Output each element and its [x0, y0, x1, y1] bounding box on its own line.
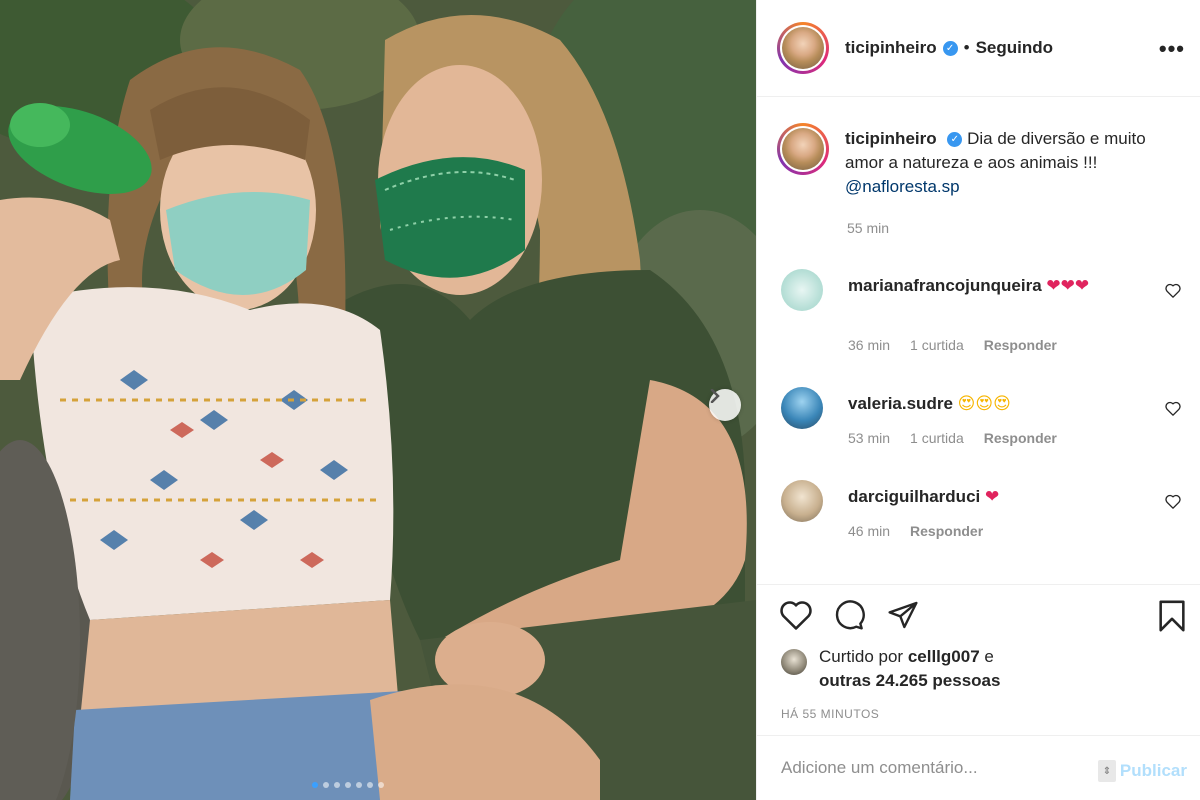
comment-body: valeria.sudre 😍😍😍 — [848, 392, 1138, 416]
carousel-indicator — [312, 782, 384, 788]
comment-time: 46 min — [848, 523, 891, 539]
comment-likes[interactable]: 1 curtida — [910, 430, 964, 446]
chevron-right-icon — [710, 389, 720, 403]
liker-avatar[interactable] — [781, 649, 807, 675]
commenter-avatar[interactable] — [781, 480, 823, 522]
like-comment-heart-icon[interactable] — [1165, 401, 1181, 416]
author-username[interactable]: ticipinheiro — [845, 38, 937, 58]
reply-button[interactable]: Responder — [910, 523, 983, 539]
comment-body: darciguilharduci ❤ — [848, 485, 1138, 509]
carousel-dot — [378, 782, 384, 788]
carousel-dot — [367, 782, 373, 788]
ellipsis-icon[interactable]: ••• — [1159, 36, 1185, 62]
comment-time: 36 min — [848, 337, 891, 353]
like-comment-heart-icon[interactable] — [1165, 494, 1181, 509]
carousel-next-button[interactable] — [709, 389, 741, 421]
post-header: ticipinheiro ✓ • Seguindo ••• — [757, 0, 1200, 97]
reply-button[interactable]: Responder — [984, 337, 1057, 353]
carousel-dot — [312, 782, 318, 788]
reply-button[interactable]: Responder — [984, 430, 1057, 446]
comments-list[interactable]: ticipinheiro ✓ Dia de diversão e muito a… — [757, 97, 1200, 584]
comment-text: ❤❤❤ — [1046, 276, 1090, 296]
resize-handle-icon: ⇕ — [1097, 760, 1116, 782]
carousel-dot — [334, 782, 340, 788]
comment-meta: 53 min 1 curtida Responder — [848, 430, 1057, 446]
liked-by-text: Curtido por celllg007 e outras 24.265 pe… — [819, 645, 1039, 693]
caption-author-avatar[interactable] — [777, 123, 829, 175]
post-actions: Curtido por celllg007 e outras 24.265 pe… — [757, 584, 1200, 734]
carousel-dot — [323, 782, 329, 788]
caption-text: ticipinheiro ✓ Dia de diversão e muito a… — [845, 127, 1165, 199]
comment-input[interactable] — [781, 758, 1081, 778]
add-comment-bar: ⇕ Publicar — [757, 735, 1200, 800]
comment-text: ❤ — [984, 487, 1000, 507]
caption-mention-link[interactable]: @nafloresta.sp — [845, 177, 960, 196]
verified-badge-icon: ✓ — [947, 132, 963, 148]
carousel-dot — [345, 782, 351, 788]
photo-illustration — [0, 0, 756, 800]
liked-by-joiner: e — [979, 647, 994, 666]
caption-username[interactable]: ticipinheiro — [845, 129, 937, 148]
share-icon[interactable] — [887, 599, 919, 631]
bookmark-icon[interactable] — [1157, 599, 1187, 633]
comment-icon[interactable] — [833, 599, 865, 631]
comment-time: 53 min — [848, 430, 891, 446]
post-caption: ticipinheiro ✓ Dia de diversão e muito a… — [777, 123, 1187, 199]
comment-likes[interactable]: 1 curtida — [910, 337, 964, 353]
following-button[interactable]: Seguindo — [976, 38, 1053, 58]
comment-meta: 46 min Responder — [848, 523, 983, 539]
author-avatar[interactable] — [777, 22, 829, 74]
liked-by-others[interactable]: outras 24.265 pessoas — [819, 671, 1000, 690]
liked-by: Curtido por celllg007 e outras 24.265 pe… — [781, 645, 1039, 693]
publish-button[interactable]: ⇕ Publicar — [1097, 760, 1187, 782]
comment-text: 😍😍😍 — [957, 394, 1011, 414]
liked-by-user[interactable]: celllg007 — [908, 647, 980, 666]
commenter-username[interactable]: marianafrancojunqueira — [848, 276, 1042, 295]
commenter-avatar[interactable] — [781, 269, 823, 311]
post-photo[interactable] — [0, 0, 756, 800]
liked-by-prefix: Curtido por — [819, 647, 908, 666]
comment-body: marianafrancojunqueira ❤❤❤ — [848, 274, 1138, 298]
commenter-username[interactable]: darciguilharduci — [848, 487, 980, 506]
heart-icon[interactable] — [779, 599, 813, 631]
commenter-avatar[interactable] — [781, 387, 823, 429]
publish-label: Publicar — [1119, 761, 1187, 780]
post-timestamp[interactable]: HÁ 55 MINUTOS — [781, 707, 879, 721]
commenter-username[interactable]: valeria.sudre — [848, 394, 953, 413]
like-comment-heart-icon[interactable] — [1165, 283, 1181, 298]
caption-timestamp: 55 min — [847, 220, 890, 236]
verified-badge-icon: ✓ — [942, 40, 958, 56]
carousel-dot — [356, 782, 362, 788]
header-separator: • — [963, 38, 970, 57]
comment-meta: 36 min 1 curtida Responder — [848, 337, 1057, 353]
post-side-panel: ticipinheiro ✓ • Seguindo ••• ticipinhei… — [756, 0, 1200, 800]
